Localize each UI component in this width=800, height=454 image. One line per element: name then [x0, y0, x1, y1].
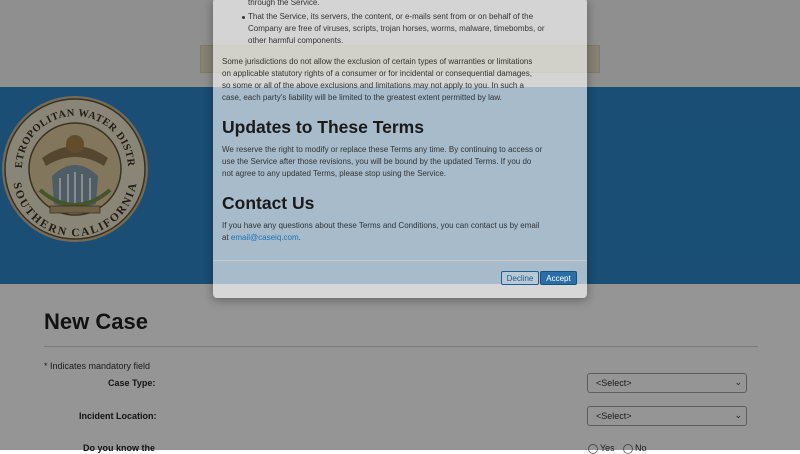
bullet-text: That the Service, its servers, the conte… [248, 12, 534, 21]
paragraph-line: use the Service after those revisions, y… [222, 157, 532, 166]
updates-heading: Updates to These Terms [222, 117, 424, 137]
bullet-text: Company are free of viruses, scripts, tr… [248, 24, 545, 33]
paragraph-line: so some or all of the above exclusions a… [222, 81, 524, 90]
terms-modal: through the Service. That the Service, i… [213, 0, 587, 298]
paragraph-line: at email@caseiq.com. [222, 232, 578, 244]
paragraph-line: on applicable statutory rights of a cons… [222, 69, 532, 78]
updates-paragraph: We reserve the right to modify or replac… [222, 144, 578, 180]
contact-email-link[interactable]: email@caseiq.com [231, 233, 299, 242]
jurisdiction-paragraph: Some jurisdictions do not allow the excl… [222, 56, 578, 104]
bullet-text: other harmful components. [248, 36, 344, 45]
paragraph-line: Some jurisdictions do not allow the excl… [222, 57, 533, 66]
contact-period: . [298, 233, 301, 242]
contact-at-text: at [222, 233, 231, 242]
decline-button[interactable]: Decline [501, 271, 539, 285]
modal-footer-divider [213, 260, 587, 261]
paragraph-line: We reserve the right to modify or replac… [222, 145, 543, 154]
paragraph-line: not agree to any updated Terms, please s… [222, 169, 446, 178]
bullet-text: through the Service. [248, 0, 320, 7]
paragraph-line: case, each party's liability will be lim… [222, 93, 502, 102]
bullet-marker [242, 16, 245, 19]
contact-paragraph: If you have any questions about these Te… [222, 220, 578, 244]
accept-button[interactable]: Accept [540, 271, 577, 285]
contact-heading: Contact Us [222, 193, 315, 213]
paragraph-line: If you have any questions about these Te… [222, 221, 540, 230]
